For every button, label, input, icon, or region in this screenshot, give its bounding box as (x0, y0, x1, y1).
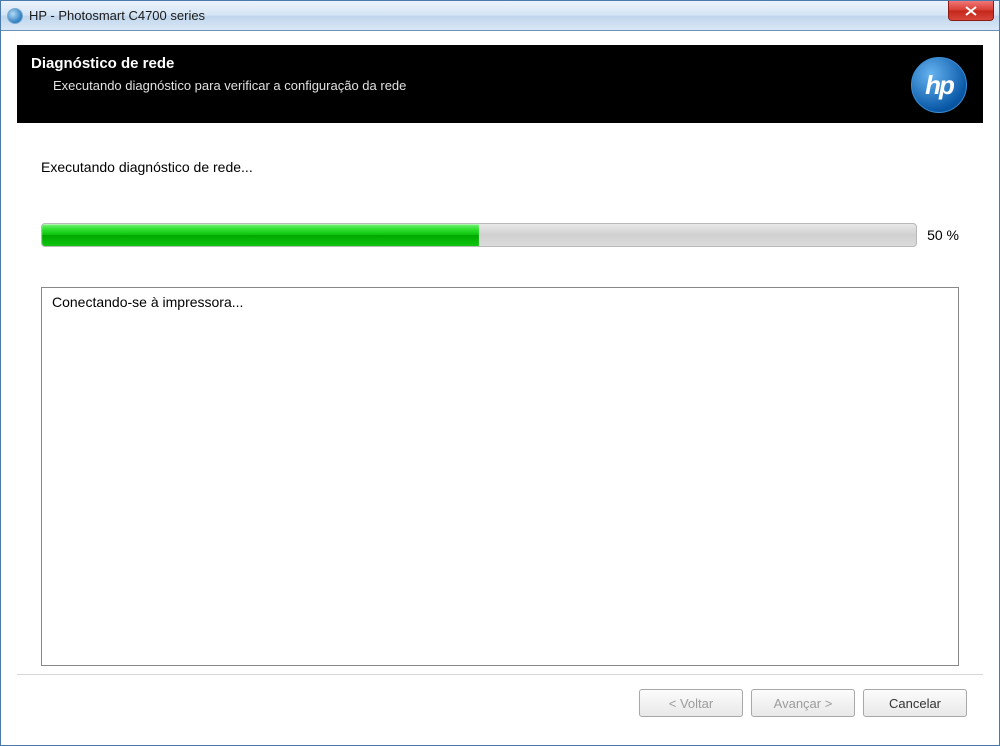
close-icon (965, 6, 977, 16)
progress-percent-label: 50 % (927, 227, 959, 243)
wizard-footer: < Voltar Avançar > Cancelar (17, 674, 983, 733)
log-line: Conectando-se à impressora... (52, 294, 948, 310)
dialog-body: Diagnóstico de rede Executando diagnósti… (1, 31, 999, 745)
wizard-header: Diagnóstico de rede Executando diagnósti… (17, 45, 983, 123)
close-button[interactable] (948, 1, 994, 21)
progress-bar (41, 223, 917, 247)
back-button[interactable]: < Voltar (639, 689, 743, 717)
progress-fill (42, 224, 479, 246)
dialog-window: HP - Photosmart C4700 series Diagnóstico… (0, 0, 1000, 746)
window-title: HP - Photosmart C4700 series (29, 8, 205, 23)
progress-row: 50 % (41, 223, 959, 247)
wizard-title: Diagnóstico de rede (31, 55, 969, 72)
status-text: Executando diagnóstico de rede... (41, 159, 959, 175)
wizard-subtitle: Executando diagnóstico para verificar a … (31, 78, 969, 93)
hp-logo-icon: hp (911, 57, 967, 113)
cancel-button[interactable]: Cancelar (863, 689, 967, 717)
log-output[interactable]: Conectando-se à impressora... (41, 287, 959, 666)
next-button[interactable]: Avançar > (751, 689, 855, 717)
wizard-content: Executando diagnóstico de rede... 50 % C… (17, 123, 983, 674)
titlebar[interactable]: HP - Photosmart C4700 series (1, 1, 999, 31)
app-icon (7, 8, 23, 24)
